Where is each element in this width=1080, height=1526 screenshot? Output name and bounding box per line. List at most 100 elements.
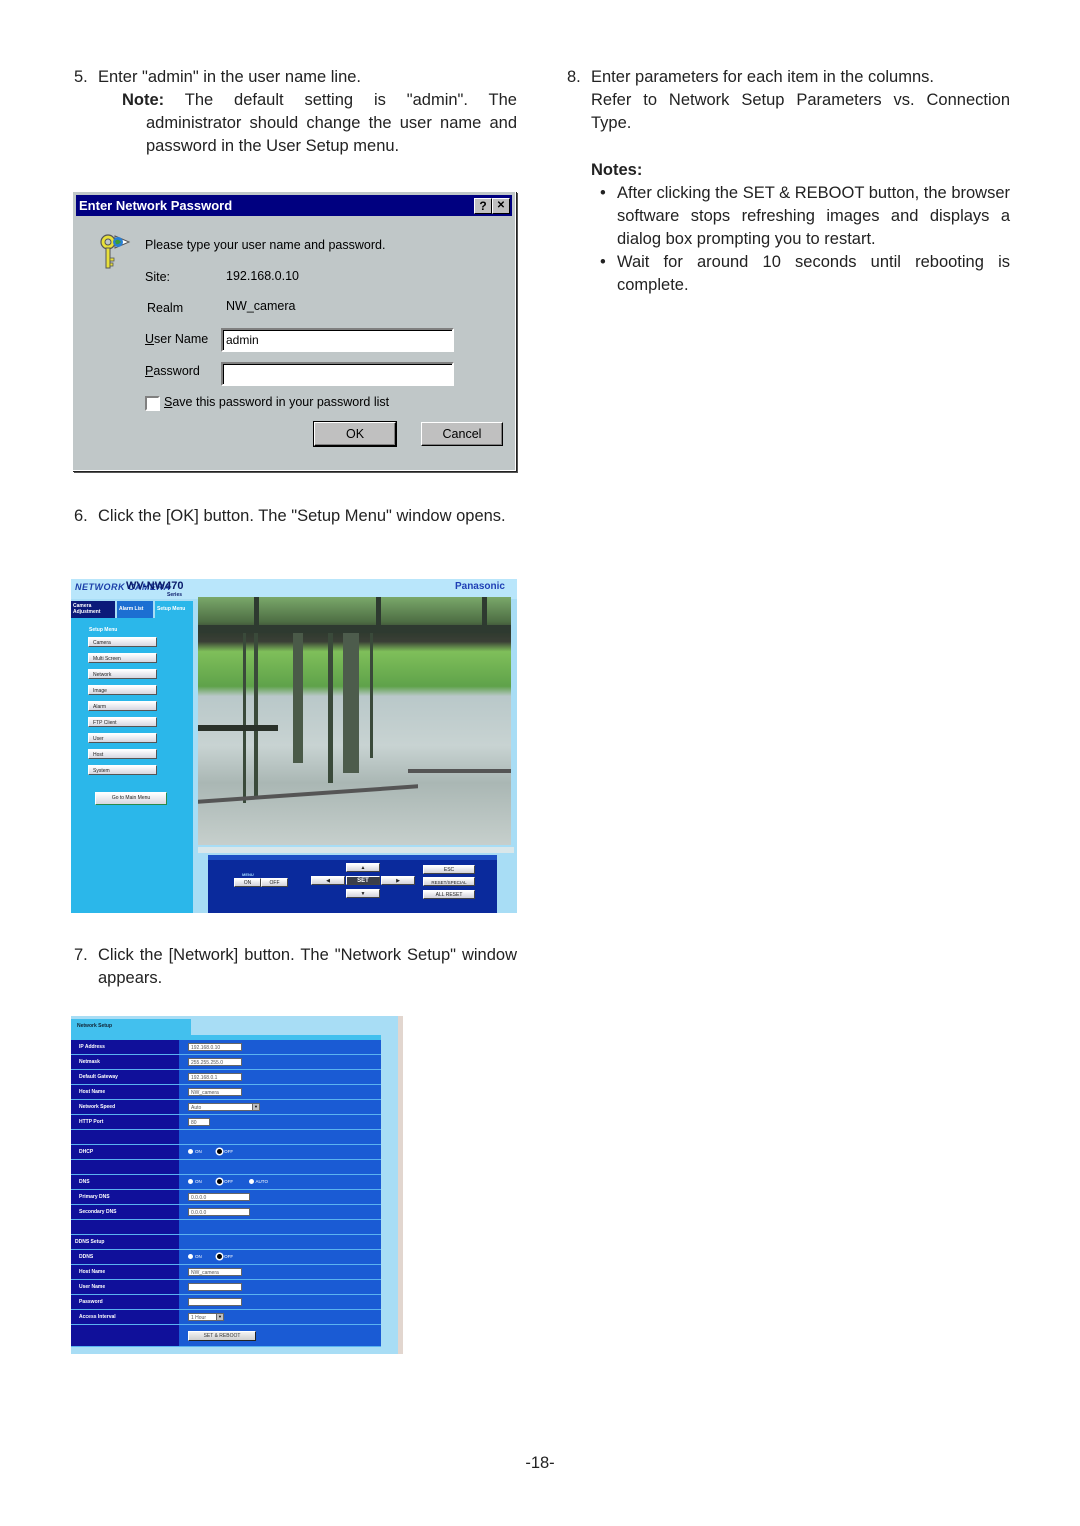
table-row: Access Interval 1 Hour ▼ xyxy=(71,1309,381,1325)
menu-alarm-button[interactable]: Alarm xyxy=(88,701,157,711)
cancel-button[interactable]: Cancel xyxy=(421,422,503,446)
step-number: 7. xyxy=(74,946,88,964)
dhcp-off-radio[interactable]: OFF xyxy=(217,1149,233,1155)
menu-multi-screen-button[interactable]: Multi Screen xyxy=(88,653,157,663)
table-row: DHCP ON OFF xyxy=(71,1144,381,1160)
step-5: 5. Enter "admin" in the user name line. … xyxy=(74,66,517,158)
step-text: Click the [Network] button. The "Network… xyxy=(98,946,517,987)
ddns-label: DDNS xyxy=(71,1249,179,1265)
table-row: User Name xyxy=(71,1279,381,1295)
page-number: -18- xyxy=(525,1454,555,1472)
video-scrollbar[interactable] xyxy=(198,847,514,853)
dialog-title: Enter Network Password xyxy=(79,198,233,213)
ddns-host-name-input[interactable]: NW_camera xyxy=(188,1268,242,1276)
go-to-main-menu-button[interactable]: Go to Main Menu xyxy=(95,792,167,805)
table-row: Default Gateway 192.168.0.1 xyxy=(71,1069,381,1085)
setup-header: NETWORK CAMERA WV-NW470 Series Panasonic xyxy=(71,579,517,599)
tab-alarm-list[interactable]: Alarm List xyxy=(117,601,153,618)
network-setup-window: Network Setup IP Address 192.168.0.10 Net… xyxy=(71,1016,403,1354)
http-port-input[interactable]: 80 xyxy=(188,1118,210,1126)
control-panel: MENU ON OFF ◀ ▲ SET ▼ ▶ ESC RESET/SPECIA… xyxy=(208,855,497,913)
network-speed-select[interactable]: Auto ▼ xyxy=(188,1103,260,1111)
http-port-label: HTTP Port xyxy=(71,1114,179,1130)
dns-on-radio[interactable]: ON xyxy=(188,1179,202,1185)
close-button[interactable]: ✕ xyxy=(492,198,510,214)
realm-value: NW_camera xyxy=(226,299,296,313)
table-row: Netmask 255.255.255.0 xyxy=(71,1054,381,1070)
key-globe-icon xyxy=(97,232,133,272)
brand-logo: Panasonic xyxy=(454,581,505,592)
step-8: 8. Enter parameters for each item in the… xyxy=(567,66,1010,297)
menu-on-button[interactable]: ON xyxy=(234,878,261,887)
table-row: Primary DNS 0.0.0.0 xyxy=(71,1189,381,1205)
tab-setup-menu[interactable]: Setup Menu xyxy=(155,601,193,618)
ddns-password-input[interactable] xyxy=(188,1298,242,1306)
menu-network-button[interactable]: Network xyxy=(88,669,157,679)
menu-host-button[interactable]: Host xyxy=(88,749,157,759)
menu-system-button[interactable]: System xyxy=(88,765,157,775)
ddns-on-radio[interactable]: ON xyxy=(188,1254,202,1260)
menu-camera-button[interactable]: Camera xyxy=(88,637,157,647)
table-row: Password xyxy=(71,1294,381,1310)
down-arrow-button[interactable]: ▼ xyxy=(346,889,380,898)
access-interval-label: Access Interval xyxy=(71,1309,179,1325)
table-row: DDNS Setup xyxy=(71,1234,381,1250)
dns-auto-radio[interactable]: AUTO xyxy=(248,1179,268,1185)
host-name-input[interactable]: NW_camera xyxy=(188,1088,242,1096)
ddns-off-radio[interactable]: OFF xyxy=(217,1254,233,1260)
table-row: Secondary DNS 0.0.0.0 xyxy=(71,1204,381,1220)
dialog-prompt: Please type your user name and password. xyxy=(145,238,386,252)
secondary-dns-label: Secondary DNS xyxy=(71,1204,179,1220)
password-dialog: Enter Network Password ? ✕ Please type y… xyxy=(72,191,516,471)
esc-button[interactable]: ESC xyxy=(423,865,475,874)
step-6: 6. Click the [OK] button. The "Setup Men… xyxy=(74,505,517,528)
network-speed-label: Network Speed xyxy=(71,1099,179,1115)
save-password-checkbox[interactable] xyxy=(145,396,160,411)
step-text-2: Refer to Network Setup Parameters vs. Co… xyxy=(591,91,1010,132)
table-row: Host Name NW_camera xyxy=(71,1084,381,1100)
set-reboot-button[interactable]: SET & REBOOT xyxy=(188,1330,256,1341)
left-arrow-button[interactable]: ◀ xyxy=(311,876,345,885)
username-input[interactable]: admin xyxy=(221,328,454,352)
primary-dns-label: Primary DNS xyxy=(71,1189,179,1205)
all-reset-button[interactable]: ALL RESET xyxy=(423,890,475,899)
right-arrow-button[interactable]: ▶ xyxy=(381,876,415,885)
primary-dns-input[interactable]: 0.0.0.0 xyxy=(188,1193,250,1201)
ddns-host-name-label: Host Name xyxy=(71,1264,179,1280)
ddns-setup-heading: DDNS Setup xyxy=(71,1234,179,1250)
secondary-dns-input[interactable]: 0.0.0.0 xyxy=(188,1208,250,1216)
menu-ftp-client-button[interactable]: FTP Client xyxy=(88,717,157,727)
network-setup-tab: Network Setup xyxy=(71,1019,191,1035)
vertical-scrollbar[interactable] xyxy=(398,1016,403,1354)
up-arrow-button[interactable]: ▲ xyxy=(346,863,380,872)
ip-address-label: IP Address xyxy=(71,1040,179,1055)
bullet-icon: • xyxy=(600,184,606,202)
gateway-input[interactable]: 192.168.0.1 xyxy=(188,1073,242,1081)
menu-off-button[interactable]: OFF xyxy=(261,878,288,887)
menu-label: MENU xyxy=(242,872,254,877)
access-interval-select[interactable]: 1 Hour ▼ xyxy=(188,1313,224,1321)
ddns-user-name-input[interactable] xyxy=(188,1283,242,1291)
menu-user-button[interactable]: User xyxy=(88,733,157,743)
netmask-input[interactable]: 255.255.255.0 xyxy=(188,1058,242,1066)
reset-special-button[interactable]: RESET/SPECIAL xyxy=(423,877,475,886)
save-password-label: Save this password in your password list xyxy=(164,395,390,409)
menu-image-button[interactable]: Image xyxy=(88,685,157,695)
dhcp-label: DHCP xyxy=(71,1144,179,1160)
camera-video-feed xyxy=(198,597,511,845)
tab-camera-adjustment[interactable]: Camera Adjustment xyxy=(71,601,115,618)
dhcp-on-radio[interactable]: ON xyxy=(188,1149,202,1155)
site-value: 192.168.0.10 xyxy=(226,269,299,283)
setup-menu-window: NETWORK CAMERA WV-NW470 Series Panasonic… xyxy=(71,579,517,913)
step-number: 5. xyxy=(74,68,88,86)
series-label: Series xyxy=(167,592,183,598)
ok-button[interactable]: OK xyxy=(313,421,397,447)
dns-label: DNS xyxy=(71,1174,179,1190)
dns-off-radio[interactable]: OFF xyxy=(217,1179,233,1185)
set-button[interactable]: SET xyxy=(346,876,380,885)
model-name: WV-NW470 xyxy=(126,580,184,592)
table-row: DNS ON OFF AUTO xyxy=(71,1174,381,1190)
password-input[interactable] xyxy=(221,362,454,386)
help-button[interactable]: ? xyxy=(474,198,492,214)
ip-address-input[interactable]: 192.168.0.10 xyxy=(188,1043,242,1051)
